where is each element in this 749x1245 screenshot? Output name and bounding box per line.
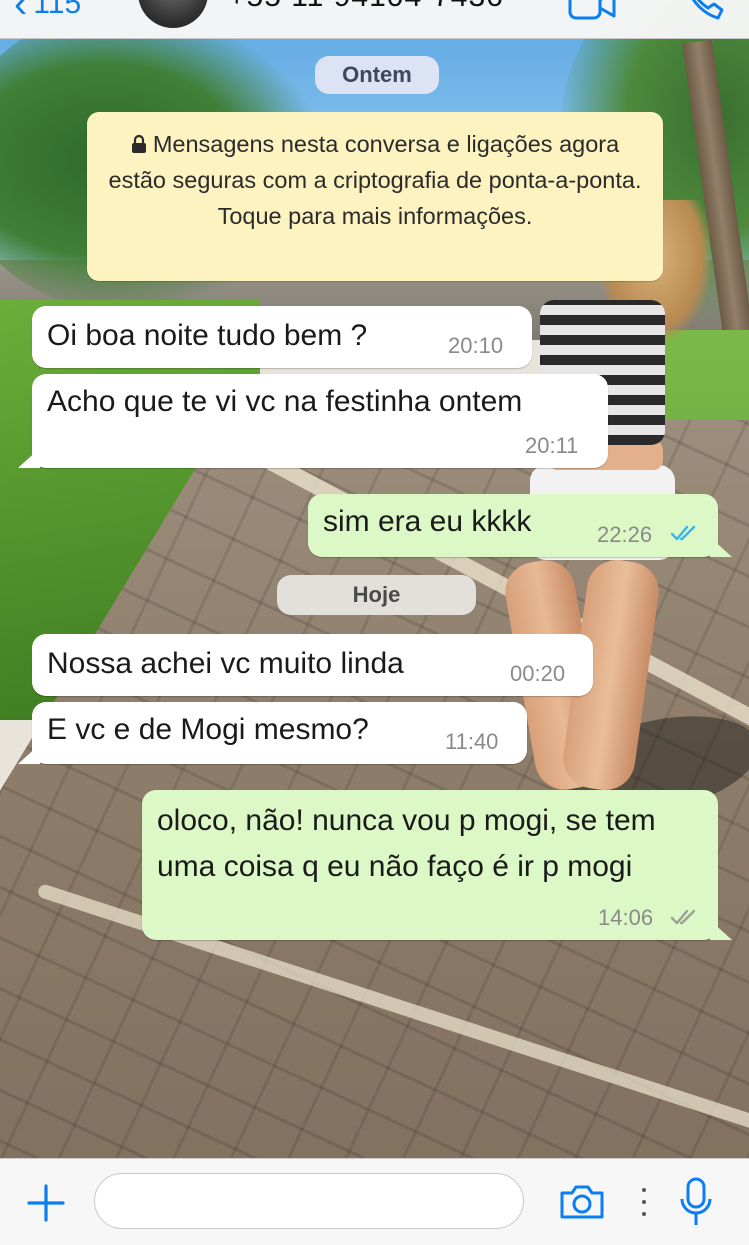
message-input[interactable] [94,1173,524,1229]
message-bubble-incoming[interactable]: Acho que te vi vc na festinha ontem 20:1… [18,374,608,468]
message-time: 20:11 [525,433,579,458]
microphone-icon[interactable] [678,1177,714,1229]
more-dots-icon[interactable] [640,1186,648,1218]
message-time: 22:26 [597,522,653,547]
date-separator-hoje: Hoje [277,575,476,615]
message-text: Acho que te vi vc na festinha ontem [47,385,523,418]
message-text: E vc e de Mogi mesmo? [47,713,369,746]
contact-avatar[interactable] [138,0,208,28]
message-composer [0,1158,749,1245]
message-bubble-incoming[interactable]: E vc e de Mogi mesmo? 11:40 [18,702,527,764]
message-text: oloco, não! nunca vou p mogi, se tem uma… [157,804,656,883]
video-call-icon[interactable] [568,0,616,26]
back-count: 115 [33,0,82,20]
message-text: Nossa achei vc muito linda [47,647,404,680]
encryption-notice[interactable]: Mensagens nesta conversa e ligações agor… [87,112,663,281]
message-time: 00:20 [510,661,566,686]
read-receipt-icon [670,525,696,541]
message-bubble-outgoing[interactable]: sim era eu kkkk 22:26 [308,494,732,557]
date-separator-ontem: Ontem [315,56,439,94]
message-time: 14:06 [598,905,654,930]
camera-icon[interactable] [558,1181,606,1221]
message-bubble-incoming[interactable]: Oi boa noite tudo bem ? 20:10 [32,306,532,368]
contact-name[interactable]: +55 11 94104-7436 [228,0,504,14]
back-button[interactable]: ‹ 115 [14,0,81,24]
delivered-receipt-icon [670,909,696,925]
lock-icon [131,134,146,153]
phone-call-icon[interactable] [682,0,726,24]
message-text: sim era eu kkkk [323,505,532,538]
message-text: Oi boa noite tudo bem ? [47,319,368,352]
message-bubble-outgoing[interactable]: oloco, não! nunca vou p mogi, se tem uma… [142,790,732,940]
plus-icon[interactable] [26,1183,66,1223]
chevron-left-icon: ‹ [14,0,28,26]
chat-header: ‹ 115 +55 11 94104-7436 [0,0,749,39]
message-bubble-incoming[interactable]: Nossa achei vc muito linda 00:20 [32,634,593,696]
message-time: 11:40 [445,729,499,754]
encryption-notice-text: Mensagens nesta conversa e ligações agor… [108,131,642,229]
message-time: 20:10 [448,333,504,358]
